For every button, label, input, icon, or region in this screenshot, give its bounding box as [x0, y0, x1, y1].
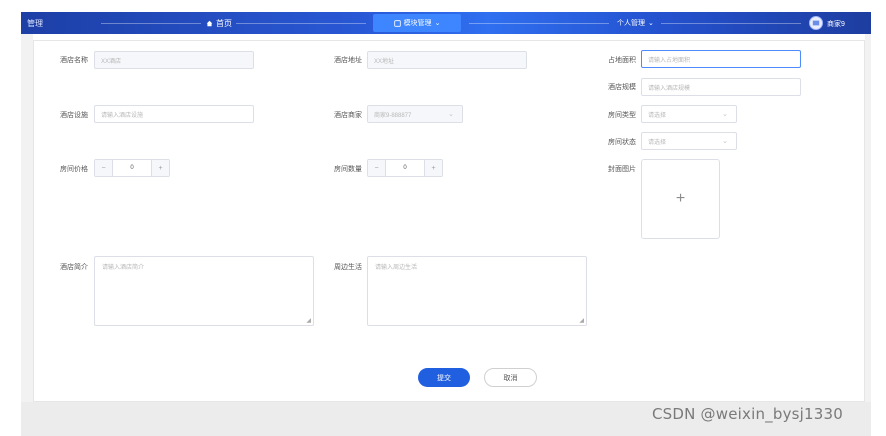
- scale-label: 酒店规模: [608, 84, 636, 91]
- intro-label: 酒店简介: [60, 264, 88, 271]
- facilities-placeholder: 请输入酒店设施: [101, 112, 144, 119]
- avatar[interactable]: [809, 16, 823, 30]
- room-status-label: 房间状态: [608, 139, 636, 146]
- area-placeholder: 请输入占地面积: [648, 57, 691, 64]
- chevron-down-icon: ⌄: [722, 138, 728, 145]
- resize-handle-icon[interactable]: ◢: [579, 317, 584, 324]
- hotel-name-label: 酒店名称: [60, 57, 88, 64]
- nav-module-management[interactable]: 模块管理 ⌄: [373, 14, 461, 32]
- resize-handle-icon[interactable]: ◢: [306, 317, 311, 324]
- room-status-select[interactable]: 请选择 ⌄: [641, 132, 737, 150]
- nav-module-label: 模块管理: [403, 20, 432, 27]
- facilities-input[interactable]: 请输入酒店设施: [94, 105, 254, 123]
- home-icon: [206, 20, 213, 27]
- nearby-placeholder: 请输入周边生活: [375, 265, 418, 271]
- merchant-select[interactable]: 商家9-888877 ⌄: [367, 105, 463, 123]
- chevron-down-icon: ⌄: [448, 111, 454, 118]
- merchant-value: 商家9-888877: [374, 112, 412, 119]
- nav-divider-line: [469, 23, 609, 24]
- hotel-name-input[interactable]: XX酒店: [94, 51, 254, 69]
- plus-icon: +: [675, 190, 686, 207]
- cover-image-label: 封面图片: [608, 166, 636, 173]
- nav-person-label: 个人管理: [617, 20, 645, 27]
- nearby-label: 周边生活: [334, 264, 362, 271]
- intro-textarea[interactable]: 请输入酒店简介 ◢: [94, 256, 314, 326]
- decrement-button[interactable]: −: [368, 160, 386, 176]
- scale-input[interactable]: 请输入酒店规模: [641, 78, 801, 96]
- room-status-placeholder: 请选择: [648, 139, 667, 146]
- hotel-address-input[interactable]: XX地址: [367, 51, 527, 69]
- room-price-stepper[interactable]: − 0 +: [94, 159, 170, 177]
- room-count-value[interactable]: 0: [386, 160, 424, 176]
- hotel-name-value: XX酒店: [101, 58, 122, 65]
- cover-image-upload[interactable]: +: [641, 159, 720, 239]
- page-background-left: [21, 34, 33, 436]
- top-nav-bar: 管理 首页 模块管理 ⌄ 个人管理 ⌄ 商家9: [21, 12, 871, 34]
- watermark-text: CSDN @weixin_bysj1330: [652, 405, 844, 423]
- increment-button[interactable]: +: [424, 160, 442, 176]
- room-count-stepper[interactable]: − 0 +: [367, 159, 443, 177]
- intro-placeholder: 请输入酒店简介: [102, 265, 145, 271]
- submit-button[interactable]: 提交: [418, 368, 470, 387]
- brand-text: 管理: [27, 19, 43, 28]
- room-type-select[interactable]: 请选择 ⌄: [641, 105, 737, 123]
- area-label: 占地面积: [608, 57, 636, 64]
- hotel-address-label: 酒店地址: [334, 57, 362, 64]
- facilities-label: 酒店设施: [60, 112, 88, 119]
- room-type-label: 房间类型: [608, 112, 636, 119]
- user-icon: [812, 20, 820, 26]
- nav-personal-management[interactable]: 个人管理 ⌄: [617, 18, 654, 28]
- page-background-right: [865, 34, 871, 436]
- nav-divider-line: [101, 23, 201, 24]
- user-name[interactable]: 商家9: [827, 19, 845, 29]
- room-count-label: 房间数量: [334, 166, 362, 173]
- nearby-textarea[interactable]: 请输入周边生活 ◢: [367, 256, 587, 326]
- cancel-button[interactable]: 取消: [484, 368, 537, 387]
- room-price-label: 房间价格: [60, 166, 88, 173]
- scale-placeholder: 请输入酒店规模: [648, 85, 691, 92]
- decrement-button[interactable]: −: [95, 160, 113, 176]
- nav-divider-line: [236, 23, 366, 24]
- nav-home-label: 首页: [216, 19, 232, 28]
- hotel-address-value: XX地址: [374, 58, 395, 65]
- nav-home[interactable]: 首页: [206, 18, 232, 29]
- grid-icon: [393, 19, 401, 27]
- nav-divider-line: [661, 23, 801, 24]
- chevron-down-icon: ⌄: [648, 20, 654, 27]
- merchant-label: 酒店商家: [334, 112, 362, 119]
- room-price-value[interactable]: 0: [113, 160, 151, 176]
- chevron-down-icon: ⌄: [722, 111, 728, 118]
- increment-button[interactable]: +: [151, 160, 169, 176]
- area-input[interactable]: 请输入占地面积: [641, 50, 801, 68]
- room-type-placeholder: 请选择: [648, 112, 667, 119]
- chevron-down-icon: ⌄: [434, 20, 441, 27]
